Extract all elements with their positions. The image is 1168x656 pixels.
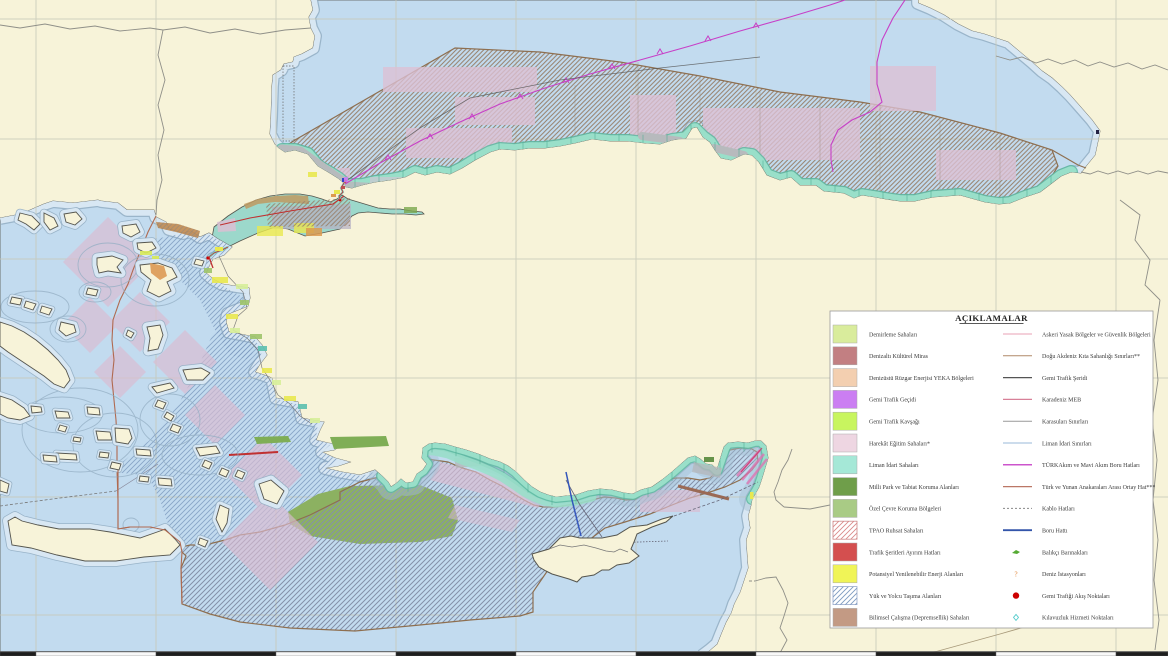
svg-text:?: ?: [1014, 570, 1017, 578]
svg-text:Karadeniz MEB: Karadeniz MEB: [1042, 398, 1081, 404]
svg-text:Askeri Yasak Bölgeler ve Güven: Askeri Yasak Bölgeler ve Güvenlik Bölgel…: [1042, 332, 1151, 338]
svg-text:Bilimsel Çalışma (Depremsellik: Bilimsel Çalışma (Depremsellik) Sahaları: [869, 615, 970, 622]
svg-text:Gemi Trafik Şeridi: Gemi Trafik Şeridi: [1042, 375, 1088, 382]
svg-text:Balıkçı Barınakları: Balıkçı Barınakları: [1042, 550, 1088, 556]
svg-text:Gemi Trafik Geçidi: Gemi Trafik Geçidi: [869, 397, 916, 404]
svg-text:Trafik Şeritleri Ayırım Hatlar: Trafik Şeritleri Ayırım Hatları: [869, 549, 941, 556]
svg-text:Liman İdari Sahaları: Liman İdari Sahaları: [869, 462, 919, 469]
svg-text:Milli Park ve Tabiat Koruma Al: Milli Park ve Tabiat Koruma Alanları: [869, 485, 959, 491]
svg-text:Türk ve Yunan Anakaraları Aras: Türk ve Yunan Anakaraları Arası Ortay Ha…: [1042, 485, 1155, 491]
svg-text:Harekât Eğitim Sahaları*: Harekât Eğitim Sahaları*: [869, 440, 930, 447]
svg-text:Liman İdari Sınırları: Liman İdari Sınırları: [1042, 440, 1092, 447]
svg-text:Özel Çevre Koruma Bölgeleri: Özel Çevre Koruma Bölgeleri: [869, 506, 941, 513]
svg-text:Gemi Trafiği Akış Noktaları: Gemi Trafiği Akış Noktaları: [1042, 593, 1110, 600]
svg-text:Demirleme Sahaları: Demirleme Sahaları: [869, 332, 917, 338]
svg-text:Potansiyel Yenilenebilir Enerj: Potansiyel Yenilenebilir Enerji Alanları: [869, 572, 964, 578]
svg-text:AÇIKLAMALAR: AÇIKLAMALAR: [955, 313, 1028, 323]
svg-text:Denizüstü Rüzgar Enerjisi YEKA: Denizüstü Rüzgar Enerjisi YEKA Bölgeleri: [869, 376, 974, 382]
svg-text:Boru Hattı: Boru Hattı: [1042, 529, 1068, 535]
svg-text:Deniz İstasyonları: Deniz İstasyonları: [1042, 571, 1086, 578]
svg-text:Doğu Akdeniz Kıta Sahanlığı Sı: Doğu Akdeniz Kıta Sahanlığı Sınırları**: [1042, 353, 1140, 360]
svg-text:Gemi Trafik Kavşağı: Gemi Trafik Kavşağı: [869, 419, 920, 426]
svg-text:Yük ve Yolcu Taşıma Alanları: Yük ve Yolcu Taşıma Alanları: [869, 594, 942, 600]
svg-text:Karasuları Sınırları: Karasuları Sınırları: [1042, 420, 1088, 426]
svg-text:TÜRKAkım ve Mavi Akım Boru Hat: TÜRKAkım ve Mavi Akım Boru Hatları: [1042, 462, 1140, 469]
svg-text:TPAO Ruhsat Sahaları: TPAO Ruhsat Sahaları: [869, 529, 924, 535]
svg-text:Denizaltı Kültürel Miras: Denizaltı Kültürel Miras: [869, 354, 929, 360]
svg-text:Kılavuzluk Hizmeti Noktaları: Kılavuzluk Hizmeti Noktaları: [1042, 616, 1114, 622]
svg-text:Kablo Hatları: Kablo Hatları: [1042, 507, 1075, 513]
